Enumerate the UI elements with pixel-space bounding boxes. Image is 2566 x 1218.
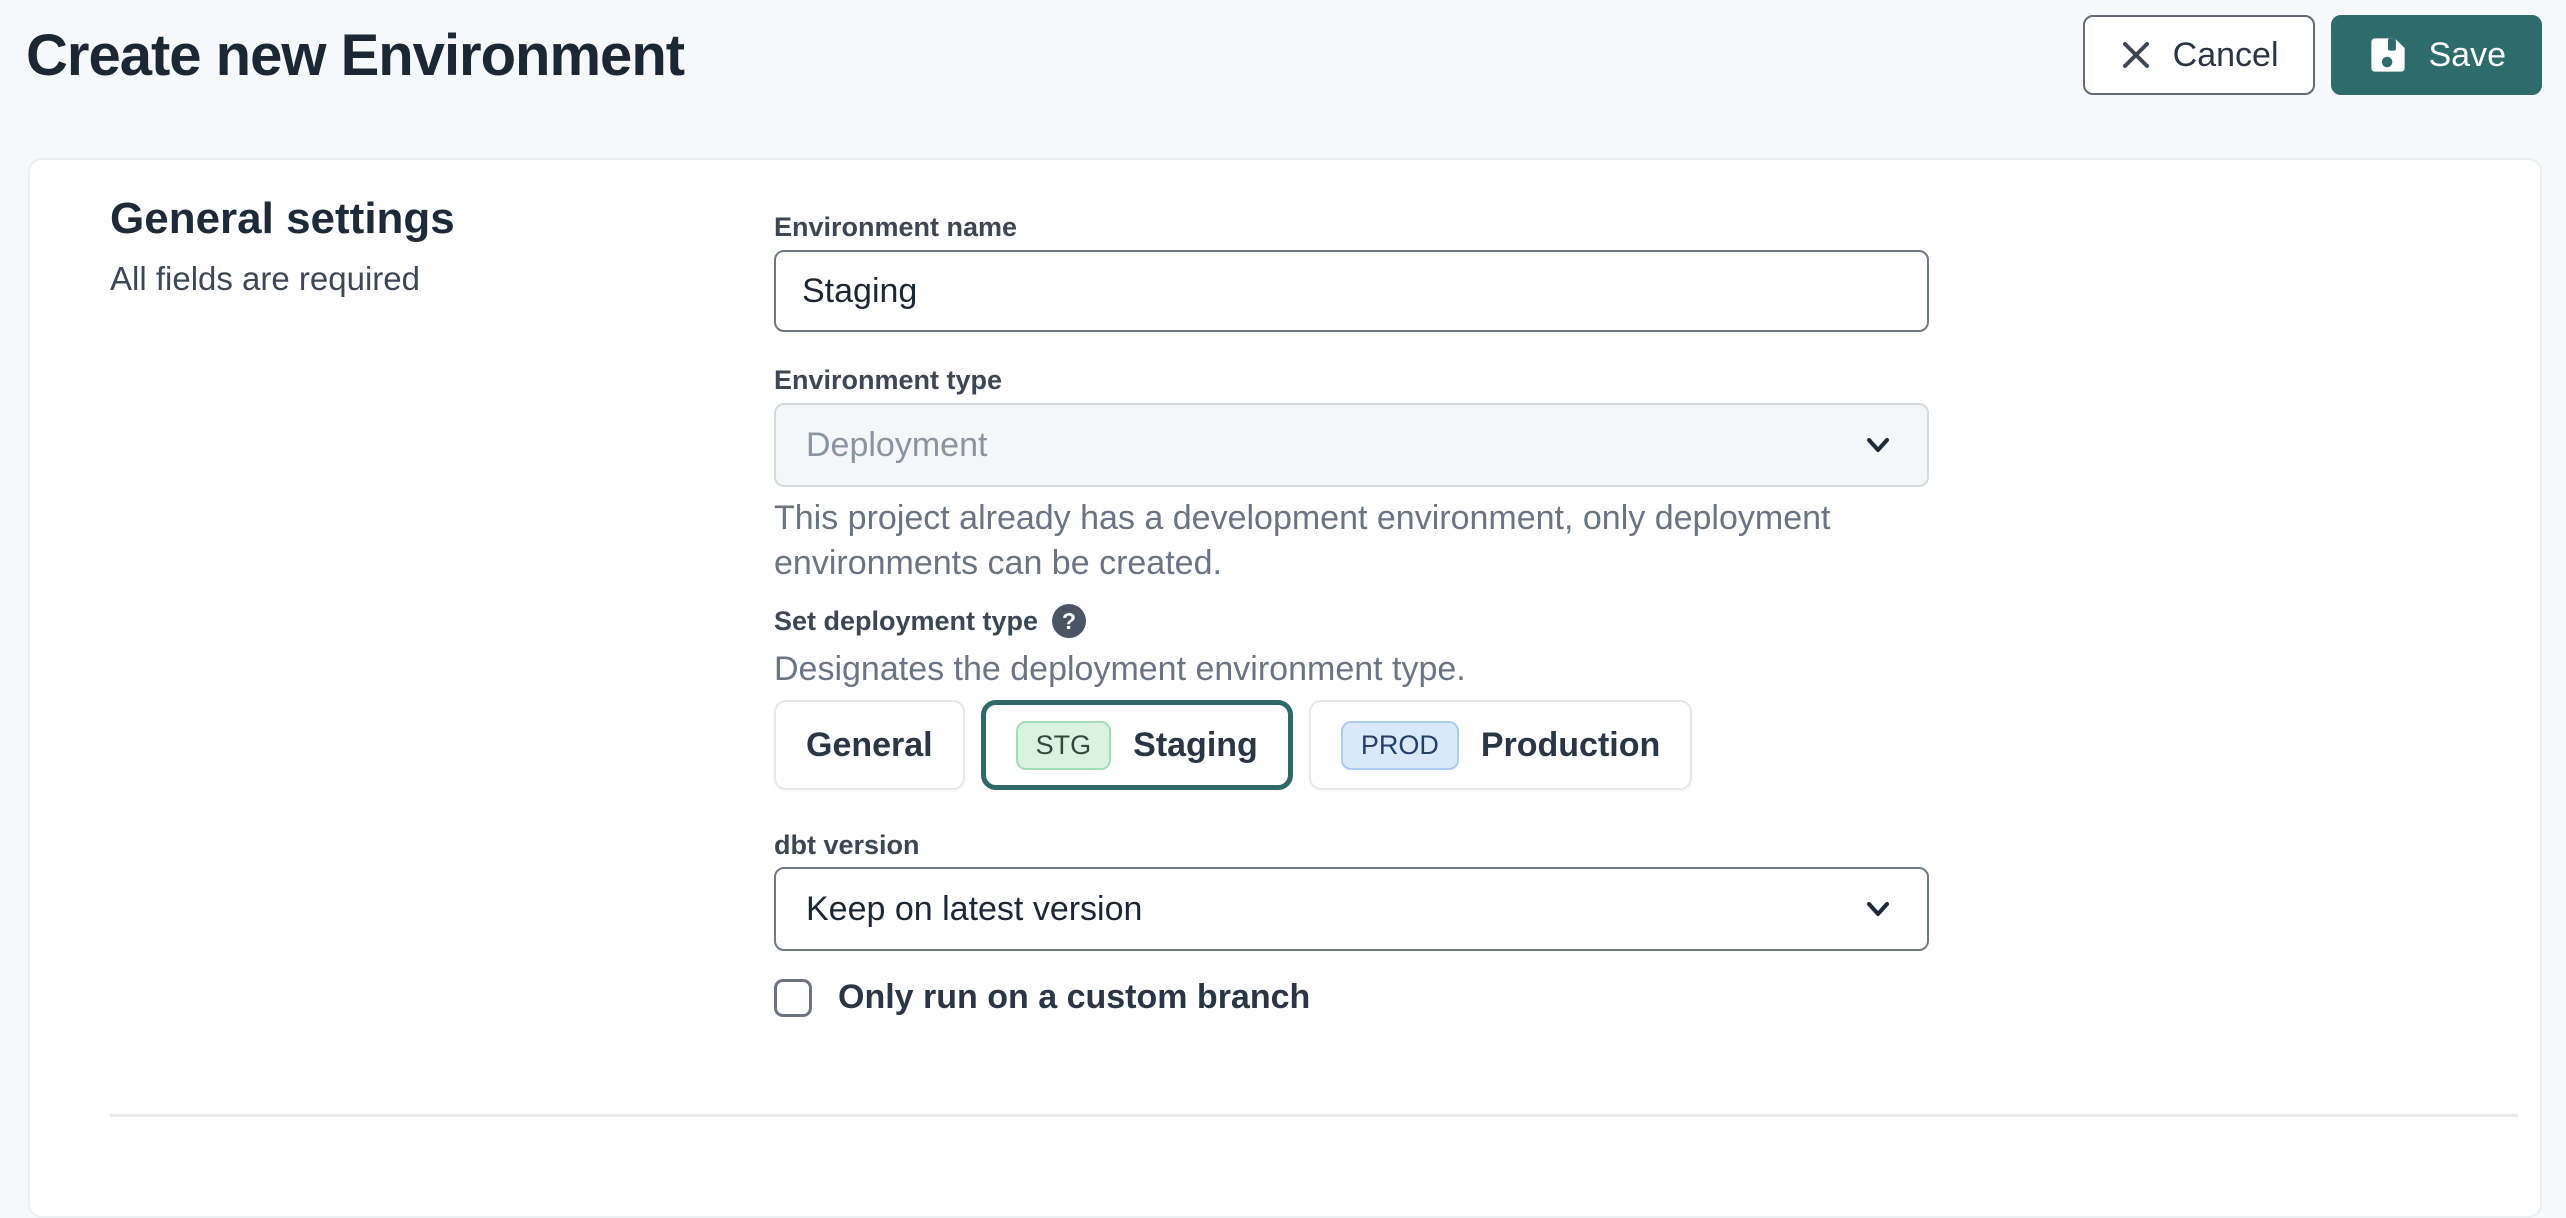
custom-branch-row[interactable]: Only run on a custom branch [774,978,1310,1017]
custom-branch-label: Only run on a custom branch [838,978,1310,1017]
staging-badge: STG [1016,721,1112,770]
deployment-option-production[interactable]: PROD Production [1309,700,1692,790]
dbt-version-label: dbt version [774,830,920,861]
environment-type-select[interactable]: Deployment [774,403,1929,487]
save-button-label: Save [2429,36,2507,75]
deployment-option-general[interactable]: General [774,700,965,790]
deployment-type-label: Set deployment type [774,606,1038,637]
environment-type-value: Deployment [806,426,987,465]
deployment-option-production-label: Production [1481,726,1660,765]
section-divider [110,1114,2518,1117]
page-header: Create new Environment Cancel Save [0,0,2566,110]
deployment-type-label-row: Set deployment type ? [774,604,1086,638]
section-subtitle: All fields are required [110,260,455,298]
production-badge: PROD [1341,721,1459,770]
dbt-version-value: Keep on latest version [806,890,1142,929]
cancel-button[interactable]: Cancel [2083,15,2315,95]
cancel-button-label: Cancel [2173,36,2279,75]
deployment-type-options: General STG Staging PROD Production [774,700,1692,790]
save-button[interactable]: Save [2331,15,2543,95]
environment-name-input[interactable] [774,250,1929,332]
chevron-down-icon [1859,426,1897,464]
deployment-option-staging-label: Staging [1133,726,1258,765]
header-actions: Cancel Save [2083,15,2542,95]
deployment-type-helper: Designates the deployment environment ty… [774,647,1904,692]
dbt-version-select[interactable]: Keep on latest version [774,867,1929,951]
settings-card: General settings All fields are required… [28,158,2542,1218]
close-icon [2119,38,2153,72]
chevron-down-icon [1859,890,1897,928]
save-icon [2367,34,2409,76]
custom-branch-checkbox[interactable] [774,979,812,1017]
environment-type-label: Environment type [774,365,1002,396]
general-settings-heading: General settings All fields are required [110,194,455,298]
environment-type-helper: This project already has a development e… [774,496,1904,586]
form-column: Environment name Environment type Deploy… [774,160,1929,1216]
deployment-option-general-label: General [806,726,933,765]
section-title: General settings [110,194,455,244]
deployment-option-staging[interactable]: STG Staging [981,700,1293,790]
environment-name-label: Environment name [774,212,1017,243]
page-title: Create new Environment [26,22,684,89]
help-icon[interactable]: ? [1052,604,1086,638]
